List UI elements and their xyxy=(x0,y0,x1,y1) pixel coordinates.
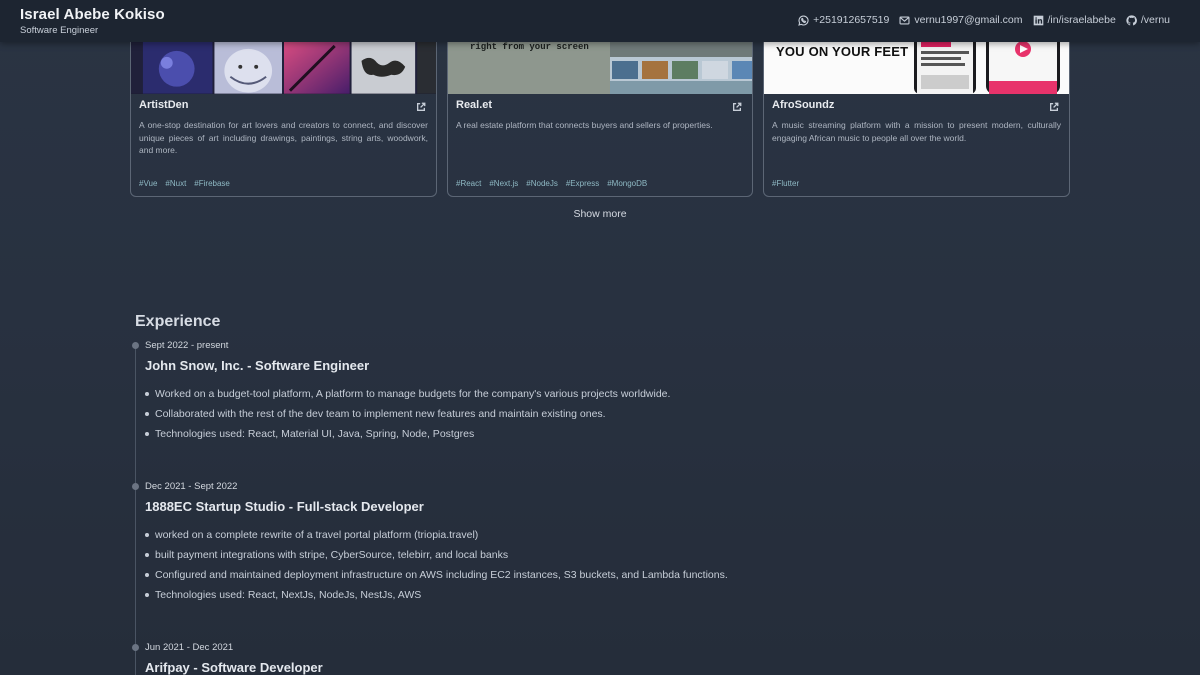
job-role: 1888EC Startup Studio - Full-stack Devel… xyxy=(145,499,424,514)
tag[interactable]: #Next.js xyxy=(489,179,518,188)
project-title: AfroSoundz xyxy=(772,99,835,111)
site-owner-name[interactable]: Israel Abebe Kokiso xyxy=(20,6,165,23)
email-link[interactable]: vernu1997@gmail.com xyxy=(899,14,1023,26)
list-item: Worked on a budget-tool platform, A plat… xyxy=(145,384,855,404)
github-link[interactable]: /vernu xyxy=(1126,14,1170,26)
tag[interactable]: #NodeJs xyxy=(526,179,558,188)
linkedin-icon xyxy=(1033,15,1043,25)
contact-links: +251912657519 vernu1997@gmail.com /in/is… xyxy=(798,14,1170,26)
project-description: A music streaming platform with a missio… xyxy=(772,120,1061,143)
github-handle: /vernu xyxy=(1140,14,1170,26)
card-body: AfroSoundz A music streaming platform wi… xyxy=(772,99,1061,144)
top-bar: Israel Abebe Kokiso Software Engineer +2… xyxy=(0,0,1200,42)
tag[interactable]: #Firebase xyxy=(194,179,230,188)
list-item: worked on a complete rewrite of a travel… xyxy=(145,525,855,545)
project-tags: #Flutter xyxy=(772,179,799,188)
external-link-button[interactable] xyxy=(1049,99,1059,111)
list-item: built payment integrations with stripe, … xyxy=(145,545,855,565)
list-item: Technologies used: React, NextJs, NodeJs… xyxy=(145,585,855,605)
card-body: Real.et A real estate platform that conn… xyxy=(456,99,744,132)
project-description: A real estate platform that connects buy… xyxy=(456,120,713,130)
timeline-dot xyxy=(132,483,139,490)
tag[interactable]: #React xyxy=(456,179,481,188)
external-link-icon xyxy=(733,102,742,111)
mail-icon xyxy=(899,16,910,24)
job-role: Arifpay - Software Developer xyxy=(145,660,323,675)
card-body: ArtistDen A one-stop destination for art… xyxy=(139,99,428,157)
job-dates: Jun 2021 - Dec 2021 xyxy=(145,642,234,653)
section-title-experience: Experience xyxy=(135,313,221,330)
job-responsibilities: worked on a complete rewrite of a travel… xyxy=(145,525,855,605)
project-description: A one-stop destination for art lovers an… xyxy=(139,120,428,155)
site-owner-title: Software Engineer xyxy=(20,25,99,36)
timeline-dot xyxy=(132,644,139,651)
project-title: ArtistDen xyxy=(139,99,189,111)
job-dates: Dec 2021 - Sept 2022 xyxy=(145,481,238,492)
project-title: Real.et xyxy=(456,99,493,111)
external-link-icon xyxy=(417,102,426,111)
brand: Israel Abebe Kokiso Software Engineer xyxy=(20,6,165,36)
timeline-dot xyxy=(132,342,139,349)
linkedin-handle: /in/israelabebe xyxy=(1047,14,1116,26)
phone-number: +251912657519 xyxy=(813,14,890,26)
tag[interactable]: #MongoDB xyxy=(607,179,647,188)
external-link-icon xyxy=(1050,102,1059,111)
timeline-line xyxy=(135,346,136,675)
linkedin-link[interactable]: /in/israelabebe xyxy=(1033,14,1116,26)
job-role: John Snow, Inc. - Software Engineer xyxy=(145,358,370,373)
project-tags: #React #Next.js #NodeJs #Express #MongoD… xyxy=(456,179,647,188)
list-item: Collaborated with the rest of the dev te… xyxy=(145,404,855,424)
tag[interactable]: #Flutter xyxy=(772,179,799,188)
thumbnail-caption: right from your screen xyxy=(470,42,589,52)
external-link-button[interactable] xyxy=(416,99,426,111)
thumbnail-caption: YOU ON YOUR FEET xyxy=(776,44,909,59)
whatsapp-icon xyxy=(798,14,809,26)
external-link-button[interactable] xyxy=(732,99,742,111)
job-dates: Sept 2022 - present xyxy=(145,340,229,351)
whatsapp-link[interactable]: +251912657519 xyxy=(798,14,889,26)
tag[interactable]: #Express xyxy=(566,179,599,188)
github-icon xyxy=(1126,14,1137,25)
email-address: vernu1997@gmail.com xyxy=(914,14,1023,26)
tag[interactable]: #Vue xyxy=(139,179,157,188)
tag[interactable]: #Nuxt xyxy=(165,179,186,188)
list-item: Configured and maintained deployment inf… xyxy=(145,565,855,585)
show-more-button[interactable]: Show more xyxy=(560,208,640,220)
job-responsibilities: Worked on a budget-tool platform, A plat… xyxy=(145,384,855,444)
list-item: Technologies used: React, Material UI, J… xyxy=(145,424,855,444)
project-tags: #Vue #Nuxt #Firebase xyxy=(139,179,230,188)
